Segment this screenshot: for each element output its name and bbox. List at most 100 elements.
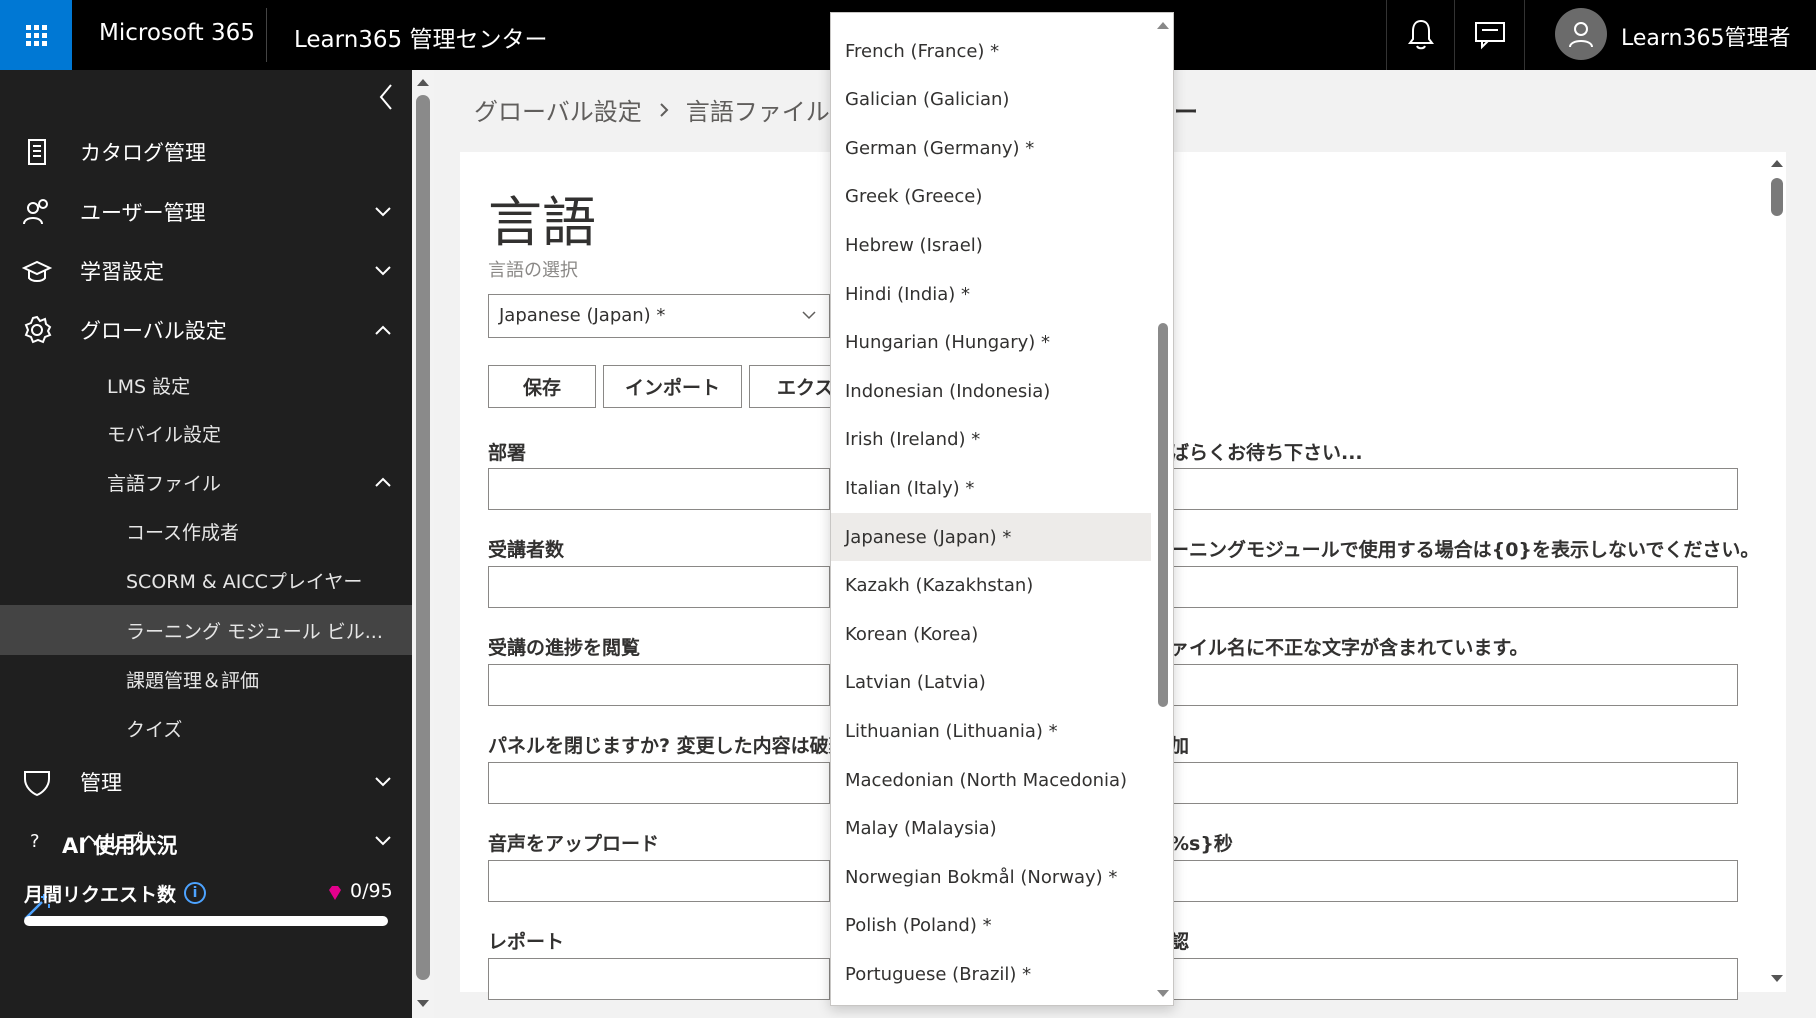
text-input[interactable] bbox=[488, 860, 830, 902]
divider bbox=[1454, 0, 1455, 70]
divider bbox=[1524, 0, 1525, 70]
dropdown-option[interactable]: Korean (Korea) bbox=[831, 610, 1151, 658]
brand-link[interactable]: Microsoft 365 bbox=[99, 20, 255, 46]
sidebar-item-label: ラーニング モジュール ビル... bbox=[126, 620, 383, 643]
text-input[interactable] bbox=[488, 468, 830, 510]
text-input[interactable] bbox=[488, 664, 830, 706]
sidebar-item-admin[interactable]: 管理 bbox=[0, 756, 412, 808]
breadcrumb: グローバル設定 言語ファイル bbox=[474, 92, 830, 127]
field-label: パネルを閉じますか? 変更した内容は破棄 bbox=[488, 735, 830, 757]
app-title[interactable]: Learn365 管理センター bbox=[294, 20, 548, 54]
sidebar-item-lms-settings[interactable]: LMS 設定 bbox=[0, 362, 412, 408]
dropdown-option[interactable]: Latvian (Latvia) bbox=[831, 659, 1151, 707]
dropdown-scrollbar-thumb[interactable] bbox=[1158, 323, 1168, 707]
dropdown-option[interactable]: Italian (Italy) * bbox=[831, 464, 1151, 512]
sidebar-item-users[interactable]: ユーザー管理 bbox=[0, 186, 412, 238]
gem-icon bbox=[329, 886, 341, 900]
text-input[interactable] bbox=[488, 566, 830, 608]
field-label: %s}秒 bbox=[1170, 833, 1233, 855]
dropdown-option[interactable]: Lithuanian (Lithuania) * bbox=[831, 707, 1151, 755]
info-icon[interactable]: i bbox=[184, 882, 206, 904]
dropdown-option[interactable]: Norwegian Bokmål (Norway) * bbox=[831, 853, 1151, 901]
text-input[interactable] bbox=[1170, 762, 1738, 804]
dropdown-option[interactable]: Portuguese (Brazil) * bbox=[831, 950, 1151, 998]
page-title: 言語 bbox=[488, 191, 596, 254]
dropdown-option[interactable]: Greek (Greece) bbox=[831, 173, 1151, 221]
app-launcher-button[interactable] bbox=[0, 0, 72, 70]
language-select[interactable]: Japanese (Japan) * bbox=[488, 294, 830, 338]
save-button[interactable]: 保存 bbox=[488, 365, 596, 408]
text-input[interactable] bbox=[1170, 664, 1738, 706]
monthly-requests-label: 月間リクエスト数 bbox=[24, 884, 177, 906]
scroll-down-icon[interactable] bbox=[1769, 973, 1785, 985]
waffle-icon bbox=[25, 24, 47, 46]
sidebar-item-label: 管理 bbox=[80, 771, 122, 795]
sidebar-item-label: クイズ bbox=[126, 718, 183, 741]
text-input[interactable] bbox=[1170, 468, 1738, 510]
sidebar-item-quiz[interactable]: クイズ bbox=[0, 705, 412, 751]
sidebar-item-label: コース作成者 bbox=[126, 521, 240, 544]
scroll-up-icon[interactable] bbox=[1769, 157, 1785, 169]
sidebar-item-global-settings[interactable]: グローバル設定 bbox=[0, 304, 412, 356]
ai-usage-title: AI 使用状況 bbox=[62, 834, 178, 858]
scroll-up-icon[interactable] bbox=[1155, 19, 1171, 31]
breadcrumb-item[interactable]: 言語ファイル bbox=[686, 92, 830, 127]
field-label: 部署 bbox=[488, 442, 527, 464]
dropdown-option[interactable]: French (France) * bbox=[831, 27, 1151, 75]
sidebar-item-language-files[interactable]: 言語ファイル bbox=[0, 459, 412, 505]
sidebar-item-scorm-player[interactable]: SCORM & AICCプレイヤー bbox=[0, 557, 412, 603]
user-name[interactable]: Learn365管理者 bbox=[1621, 20, 1790, 52]
sidebar-item-learning-settings[interactable]: 学習設定 bbox=[0, 245, 412, 297]
sidebar-scrollbar-thumb[interactable] bbox=[416, 95, 430, 980]
panel-scrollbar-thumb[interactable] bbox=[1771, 178, 1783, 216]
text-input[interactable] bbox=[488, 958, 830, 1000]
dropdown-option[interactable]: Malay (Malaysia) bbox=[831, 805, 1151, 853]
text-input[interactable] bbox=[1170, 860, 1738, 902]
text-input[interactable] bbox=[1170, 566, 1738, 608]
sidebar-item-mobile-settings[interactable]: モバイル設定 bbox=[0, 410, 412, 456]
scroll-down-icon[interactable] bbox=[414, 998, 432, 1010]
catalog-icon bbox=[28, 139, 46, 165]
help-icon: ? bbox=[30, 830, 40, 852]
field-label: レポート bbox=[488, 931, 565, 953]
sidebar-item-label: SCORM & AICCプレイヤー bbox=[126, 570, 363, 593]
dropdown-option[interactable]: Hebrew (Israel) bbox=[831, 221, 1151, 269]
dropdown-option[interactable]: Japanese (Japan) * bbox=[831, 513, 1151, 561]
dropdown-option[interactable]: Irish (Ireland) * bbox=[831, 416, 1151, 464]
scroll-down-icon[interactable] bbox=[1155, 988, 1171, 1000]
dropdown-option[interactable]: Hungarian (Hungary) * bbox=[831, 319, 1151, 367]
dropdown-option[interactable]: German (Germany) * bbox=[831, 124, 1151, 172]
sidebar-item-label: 学習設定 bbox=[80, 260, 164, 284]
gear-icon bbox=[24, 315, 52, 344]
collapse-sidebar-icon[interactable] bbox=[376, 82, 396, 112]
sidebar-item-catalog[interactable]: カタログ管理 bbox=[0, 126, 412, 178]
sidebar-item-course-author[interactable]: コース作成者 bbox=[0, 508, 412, 554]
quota-progress-bar bbox=[24, 916, 388, 926]
import-button[interactable]: インポート bbox=[603, 365, 742, 408]
sidebar-item-label: ユーザー管理 bbox=[80, 201, 206, 225]
feedback-icon[interactable] bbox=[1472, 17, 1508, 53]
field-label: ァイル名に不正な文字が含まれています。 bbox=[1170, 637, 1529, 659]
dropdown-option[interactable]: Hindi (India) * bbox=[831, 270, 1151, 318]
bell-icon[interactable] bbox=[1405, 17, 1437, 53]
sidebar-item-assignment-grading[interactable]: 課題管理＆評価 bbox=[0, 656, 412, 702]
text-input[interactable] bbox=[488, 762, 830, 804]
avatar[interactable] bbox=[1555, 8, 1607, 60]
field-label: 受講者数 bbox=[488, 539, 565, 561]
language-select-label: 言語の選択 bbox=[488, 260, 578, 281]
dropdown-option[interactable]: Macedonian (North Macedonia) bbox=[831, 756, 1151, 804]
text-input[interactable] bbox=[1170, 958, 1738, 1000]
divider bbox=[1386, 0, 1387, 70]
chevron-right-icon bbox=[660, 102, 669, 117]
sidebar-item-label: LMS 設定 bbox=[107, 375, 191, 398]
sidebar-item-learning-module-builder[interactable]: ラーニング モジュール ビル... bbox=[0, 605, 412, 655]
field-label: ばらくお待ち下さい... bbox=[1170, 442, 1363, 464]
dropdown-option[interactable]: Galician (Galician) bbox=[831, 76, 1151, 124]
quota-count: 0/95 bbox=[350, 880, 393, 902]
language-dropdown-list[interactable]: French (France) * Galician (Galician) Germ… bbox=[830, 12, 1174, 1006]
dropdown-option[interactable]: Indonesian (Indonesia) bbox=[831, 367, 1151, 415]
scroll-up-icon[interactable] bbox=[414, 76, 432, 88]
dropdown-option[interactable]: Kazakh (Kazakhstan) bbox=[831, 562, 1151, 610]
breadcrumb-item[interactable]: グローバル設定 bbox=[474, 92, 642, 127]
dropdown-option[interactable]: Polish (Poland) * bbox=[831, 902, 1151, 950]
